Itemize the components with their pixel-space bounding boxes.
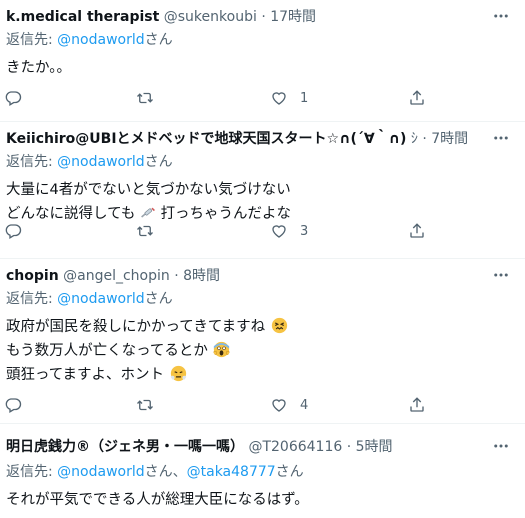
timestamp[interactable]: 8時間 bbox=[183, 268, 220, 284]
mention-link[interactable]: @nodaworld bbox=[57, 154, 144, 170]
reply-context: 返信先: @nodaworldさん bbox=[6, 152, 173, 172]
reply-prefix: 返信先: bbox=[6, 291, 58, 307]
syringe-emoji-icon bbox=[141, 207, 155, 218]
screaming-face-emoji-icon bbox=[213, 341, 231, 358]
more-options-icon[interactable] bbox=[491, 128, 511, 148]
tweet-line-part: 政府が国民を殺しにかかってきてますね bbox=[6, 319, 266, 335]
reply-context: 返信先: @nodaworldさん bbox=[6, 289, 173, 309]
reply-prefix: 返信先: bbox=[6, 32, 58, 48]
reply-button[interactable] bbox=[4, 393, 22, 417]
reply-suffix: さん、 bbox=[144, 464, 187, 480]
like-count: 1 bbox=[300, 90, 309, 106]
retweet-button[interactable] bbox=[136, 393, 154, 417]
separator-dot: · bbox=[422, 131, 427, 147]
tweet[interactable]: chopin @angel_chopin · 8時間 返信先: @nodawor… bbox=[0, 259, 525, 424]
share-icon bbox=[410, 223, 424, 238]
author-name[interactable]: chopin bbox=[6, 268, 59, 284]
tweet-text: きたか。。 bbox=[6, 56, 71, 80]
retweet-icon bbox=[137, 92, 153, 104]
tweet-line-part: もう数万人が亡くなってるとか bbox=[6, 343, 208, 359]
tweet-line-part: 頭狂ってますよ、ホント bbox=[6, 367, 165, 383]
reply-context: 返信先: @nodaworldさん bbox=[6, 30, 173, 50]
share-button[interactable] bbox=[408, 86, 426, 110]
timestamp[interactable]: 5時間 bbox=[356, 439, 393, 455]
tweet-header: k.medical therapist @sukenkoubi · 17時間 bbox=[6, 7, 485, 27]
mention-link[interactable]: @nodaworld bbox=[57, 32, 144, 48]
like-count: 4 bbox=[300, 397, 309, 413]
tweet-text: それが平気でできる人が総理大臣になるはず。 bbox=[6, 488, 309, 512]
author-name[interactable]: k.medical therapist bbox=[6, 9, 159, 25]
action-bar: 3 bbox=[0, 219, 525, 243]
author-name[interactable]: 明日虎銭力®（ジェネ男・一嗎一嗎） bbox=[6, 439, 244, 455]
mention-link[interactable]: @nodaworld bbox=[57, 291, 144, 307]
more-options-icon[interactable] bbox=[491, 265, 511, 285]
timestamp[interactable]: 17時間 bbox=[270, 9, 316, 25]
reply-context: 返信先: @nodaworldさん、@taka48777さん bbox=[6, 462, 304, 482]
reply-icon bbox=[5, 91, 22, 106]
face-with-steam-emoji-icon bbox=[170, 365, 187, 382]
share-icon bbox=[410, 397, 424, 412]
like-button[interactable]: 3 bbox=[270, 219, 308, 243]
retweet-button[interactable] bbox=[136, 219, 154, 243]
retweet-button[interactable] bbox=[136, 86, 154, 110]
more-options-icon[interactable] bbox=[491, 436, 511, 456]
heart-icon bbox=[272, 225, 286, 238]
tweet-header: 明日虎銭力®（ジェネ男・一嗎一嗎） @T20664116 · 5時間 bbox=[6, 437, 485, 457]
separator-dot: · bbox=[174, 268, 179, 284]
reply-suffix: さん bbox=[275, 464, 304, 480]
reply-button[interactable] bbox=[4, 86, 22, 110]
reply-icon bbox=[5, 398, 22, 413]
reply-suffix: さん bbox=[144, 32, 173, 48]
like-count: 3 bbox=[300, 223, 309, 239]
reply-suffix: さん bbox=[144, 291, 173, 307]
tweet-header: chopin @angel_chopin · 8時間 bbox=[6, 266, 485, 286]
tweet-text: 政府が国民を殺しにかかってきてますね もう数万人が亡くなってるとか 頭狂ってます… bbox=[6, 315, 288, 387]
author-handle[interactable]: @angel_chopin bbox=[63, 268, 170, 284]
tweet-line: それが平気でできる人が総理大臣になるはず。 bbox=[6, 492, 309, 508]
tweet-line: 政府が国民を殺しにかかってきてますね bbox=[6, 315, 288, 339]
author-handle[interactable]: @sukenkoubi bbox=[164, 9, 257, 25]
reply-suffix: さん bbox=[144, 154, 173, 170]
tweet[interactable]: 明日虎銭力®（ジェネ男・一嗎一嗎） @T20664116 · 5時間 返信先: … bbox=[0, 424, 525, 518]
heart-icon bbox=[272, 92, 286, 105]
reply-prefix: 返信先: bbox=[6, 464, 58, 480]
like-button[interactable]: 1 bbox=[270, 86, 308, 110]
share-button[interactable] bbox=[408, 219, 426, 243]
author-name[interactable]: Keiichiro@UBIとメドベッドで地球天国スタート☆∩(´∀｀∩) bbox=[6, 131, 406, 147]
author-handle[interactable]: ｼ bbox=[411, 131, 418, 147]
mention-link[interactable]: @taka48777 bbox=[187, 464, 276, 480]
mention-link[interactable]: @nodaworld bbox=[57, 464, 144, 480]
tweet-line: 大量に4者がでないと気づかない気づけない bbox=[6, 182, 291, 198]
share-button[interactable] bbox=[408, 393, 426, 417]
reply-icon bbox=[5, 224, 22, 239]
reply-prefix: 返信先: bbox=[6, 154, 58, 170]
like-button[interactable]: 4 bbox=[270, 393, 308, 417]
tweet-line: もう数万人が亡くなってるとか bbox=[6, 339, 288, 363]
tweet-line: きたか。。 bbox=[6, 60, 71, 76]
author-handle[interactable]: @T20664116 bbox=[248, 439, 342, 455]
separator-dot: · bbox=[261, 9, 266, 25]
retweet-icon bbox=[137, 225, 153, 237]
more-options-icon[interactable] bbox=[491, 6, 511, 26]
tweet-line: 頭狂ってますよ、ホント bbox=[6, 363, 288, 387]
tweet-header: Keiichiro@UBIとメドベッドで地球天国スタート☆∩(´∀｀∩) ｼ ·… bbox=[6, 129, 485, 149]
action-bar: 1 bbox=[0, 86, 525, 110]
tweet[interactable]: k.medical therapist @sukenkoubi · 17時間 返… bbox=[0, 0, 525, 122]
timestamp[interactable]: 7時間 bbox=[431, 131, 468, 147]
tweet[interactable]: Keiichiro@UBIとメドベッドで地球天国スタート☆∩(´∀｀∩) ｼ ·… bbox=[0, 122, 525, 259]
heart-icon bbox=[272, 399, 286, 412]
reply-button[interactable] bbox=[4, 219, 22, 243]
retweet-icon bbox=[137, 399, 153, 411]
action-bar: 4 bbox=[0, 393, 525, 417]
separator-dot: · bbox=[346, 439, 352, 455]
share-icon bbox=[410, 90, 424, 105]
confounded-face-emoji-icon bbox=[271, 317, 287, 334]
